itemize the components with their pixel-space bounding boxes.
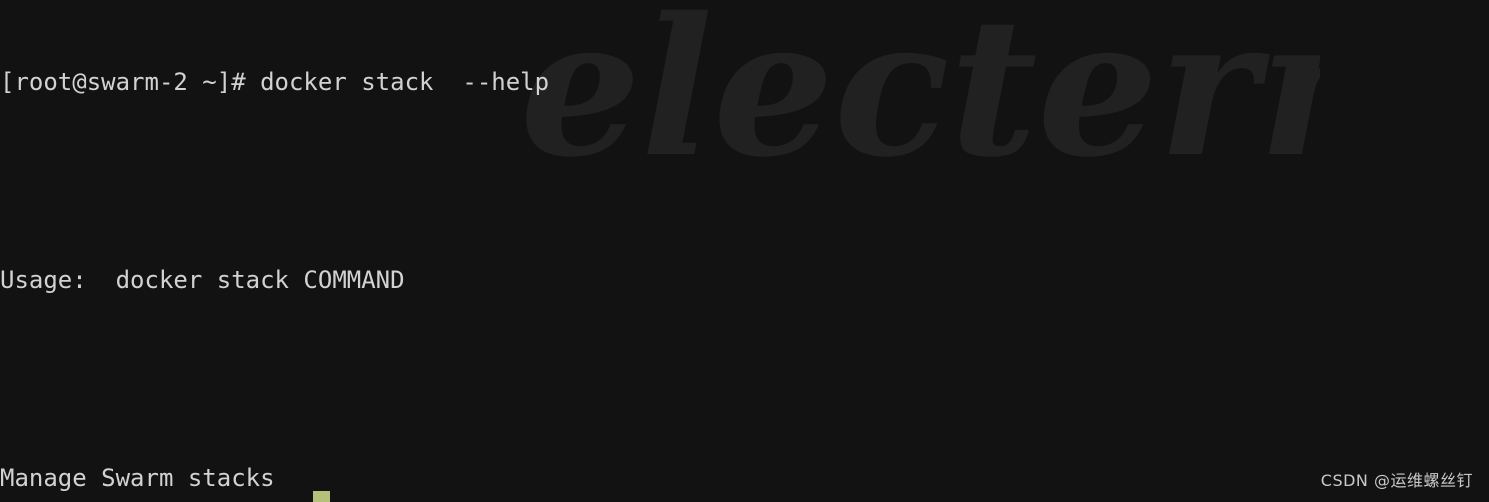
terminal-window[interactable]: electerm [root@swarm-2 ~]# docker stack … (0, 0, 1489, 502)
csdn-credit-watermark: CSDN @运维螺丝钉 (1320, 471, 1473, 490)
terminal-cursor (313, 491, 330, 502)
terminal-output-buffer[interactable]: [root@swarm-2 ~]# docker stack --help Us… (0, 0, 1489, 502)
terminal-line-description: Manage Swarm stacks (0, 464, 275, 492)
terminal-line-usage: Usage: docker stack COMMAND (0, 266, 405, 294)
terminal-line-prompt-command: [root@swarm-2 ~]# docker stack --help (0, 68, 550, 96)
